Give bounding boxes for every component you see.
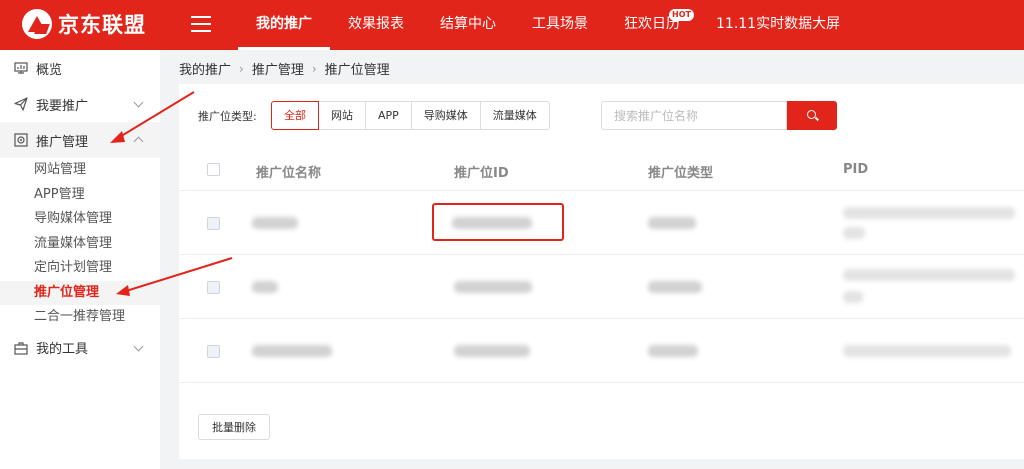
- chevron-up-icon: [133, 136, 144, 147]
- chevron-right-icon: ›: [311, 61, 317, 76]
- column-header-pid: PID: [843, 162, 869, 177]
- hot-badge: HOT: [669, 9, 694, 21]
- type-filter-tabs: 全部 网站 APP 导购媒体 流量媒体: [271, 101, 550, 130]
- redacted-type: [648, 281, 702, 293]
- nav-my-promotion[interactable]: 我的推广: [238, 0, 330, 50]
- sidebar-item-promote[interactable]: 我要推广: [0, 86, 160, 122]
- row-checkbox[interactable]: [207, 217, 220, 230]
- redacted-id: [454, 345, 530, 357]
- sidebar-sub-two-in-one[interactable]: 二合一推荐管理: [0, 305, 160, 330]
- toolbox-icon: [14, 341, 28, 355]
- send-icon: [14, 97, 28, 111]
- sidebar-item-my-tools[interactable]: 我的工具: [0, 330, 160, 366]
- sidebar-sub-targeted-plan[interactable]: 定向计划管理: [0, 256, 160, 281]
- sidebar-sub-app[interactable]: APP管理: [0, 183, 160, 208]
- sidebar-sub-shopping-media[interactable]: 导购媒体管理: [0, 207, 160, 232]
- tab-shopping-media[interactable]: 导购媒体: [410, 101, 481, 130]
- sidebar-sub-website[interactable]: 网站管理: [0, 158, 160, 183]
- nav-realtime-dashboard[interactable]: 11.11实时数据大屏: [698, 0, 858, 50]
- breadcrumb: 我的推广 › 推广管理 › 推广位管理: [179, 59, 390, 79]
- redacted-id: [454, 281, 532, 293]
- top-nav: 我的推广 效果报表 结算中心 工具场景 狂欢日历 HOT 11.11实时数据大屏: [238, 0, 858, 50]
- select-all-checkbox[interactable]: [207, 163, 220, 176]
- redacted-type: [648, 217, 696, 229]
- sidebar-item-promotion-management[interactable]: 推广管理: [0, 122, 160, 158]
- sidebar-sub-promotion-slot[interactable]: 推广位管理: [0, 280, 160, 305]
- nav-settlement[interactable]: 结算中心: [422, 0, 514, 50]
- redacted-name: [252, 281, 278, 293]
- tab-website[interactable]: 网站: [318, 101, 366, 130]
- nav-calendar[interactable]: 狂欢日历 HOT: [606, 0, 698, 50]
- target-icon: [14, 133, 28, 147]
- brand-name: 京东联盟: [58, 13, 146, 37]
- table-row: [179, 319, 1024, 383]
- sidebar-item-overview[interactable]: 概览: [0, 50, 160, 86]
- chevron-down-icon: [133, 341, 144, 351]
- breadcrumb-item[interactable]: 我的推广: [179, 59, 231, 78]
- breadcrumb-current: 推广位管理: [324, 63, 390, 78]
- column-header-name: 推广位名称: [256, 166, 322, 181]
- top-bar: 京东联盟 我的推广 效果报表 结算中心 工具场景 狂欢日历 HOT 11.11实…: [0, 0, 1024, 50]
- redacted-pid: [843, 269, 1015, 281]
- tab-traffic-media[interactable]: 流量媒体: [479, 101, 550, 130]
- tab-app[interactable]: APP: [365, 101, 412, 130]
- monitor-icon: [14, 61, 28, 75]
- redacted-type: [648, 345, 698, 357]
- table-row: [179, 255, 1024, 319]
- column-header-type: 推广位类型: [648, 166, 714, 181]
- column-header-id: 推广位ID: [454, 166, 509, 181]
- redacted-name: [252, 345, 332, 357]
- filter-label: 推广位类型:: [198, 110, 257, 123]
- sidebar: 概览 我要推广 推广管理 网站管理 APP管理 导购媒体管理 流量媒体管理 定向…: [0, 50, 160, 469]
- sidebar-sub-traffic-media[interactable]: 流量媒体管理: [0, 232, 160, 257]
- breadcrumb-item[interactable]: 推广管理: [252, 59, 304, 78]
- batch-delete-button[interactable]: 批量删除: [198, 414, 270, 440]
- chevron-down-icon: [133, 97, 144, 108]
- tab-all[interactable]: 全部: [271, 101, 319, 130]
- nav-tools[interactable]: 工具场景: [514, 0, 606, 50]
- highlight-annotation-box: [432, 203, 564, 241]
- redacted-pid: [843, 345, 1011, 357]
- redacted-pid: [843, 207, 1015, 219]
- nav-reports[interactable]: 效果报表: [330, 0, 422, 50]
- hamburger-menu-icon[interactable]: [191, 16, 211, 32]
- row-checkbox[interactable]: [207, 281, 220, 294]
- brand-logo[interactable]: 京东联盟: [22, 9, 146, 39]
- search-input[interactable]: [601, 101, 787, 130]
- redacted-name: [252, 217, 298, 229]
- jd-logo-icon: [22, 9, 52, 39]
- table-row: [179, 191, 1024, 255]
- table-header: 推广位名称 推广位ID 推广位类型 PID: [179, 149, 1024, 191]
- row-checkbox[interactable]: [207, 345, 220, 358]
- search-button[interactable]: [787, 101, 837, 130]
- chevron-right-icon: ›: [239, 61, 244, 76]
- promotion-slot-table: 推广位名称 推广位ID 推广位类型 PID: [179, 149, 1024, 383]
- content-panel: 推广位类型: 全部 网站 APP 导购媒体 流量媒体 推广位名称 推广位ID 推…: [179, 84, 1024, 459]
